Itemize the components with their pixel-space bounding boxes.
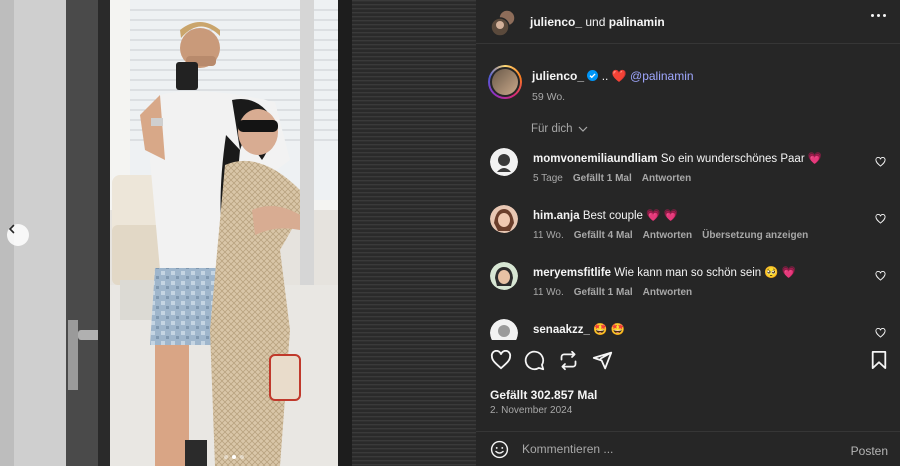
- comment-username[interactable]: senaakzz_: [533, 324, 590, 336]
- carousel-dot: [224, 455, 228, 459]
- comment-username[interactable]: meryemsfitlife: [533, 267, 611, 279]
- collab-avatar-pair: [490, 8, 516, 37]
- reply-button[interactable]: Antworten: [642, 173, 691, 184]
- comment-avatar[interactable]: [490, 262, 518, 290]
- carousel-dot-active: [232, 455, 236, 459]
- comment-username[interactable]: him.anja: [533, 210, 580, 222]
- chevron-left-icon: [8, 224, 15, 234]
- author-conjunction: und: [585, 14, 606, 29]
- avatar: [492, 69, 518, 95]
- comment-like-button[interactable]: [875, 211, 886, 229]
- post-details-panel: julienco_ und palinamin julienco_ .. ❤️ …: [476, 0, 900, 466]
- coauthor-link[interactable]: palinamin: [609, 15, 665, 29]
- comment-text: senaakzz_ 🤩 🤩: [533, 322, 625, 336]
- avatar: [490, 319, 518, 340]
- caption-avatar[interactable]: [488, 65, 522, 99]
- caption-mention[interactable]: @palinamin: [630, 69, 694, 83]
- author-link[interactable]: julienco_: [530, 15, 582, 29]
- comment-body: Best couple: [582, 210, 643, 222]
- carousel-dot: [240, 455, 244, 459]
- comment-avatar[interactable]: [490, 319, 518, 340]
- comment-like-button[interactable]: [875, 325, 886, 340]
- likes-count[interactable]: Gefällt 302.857 Mal: [490, 388, 597, 402]
- comment-icon: [524, 350, 545, 371]
- comment-input[interactable]: [522, 438, 822, 460]
- comment-button[interactable]: [524, 350, 545, 376]
- comment-likes[interactable]: Gefällt 1 Mal: [574, 287, 633, 298]
- carousel-indicator: [224, 455, 244, 459]
- repost-icon: [560, 350, 577, 371]
- send-icon: [592, 351, 613, 370]
- comment-meta: 5 Tage Gefällt 1 Mal Antworten: [533, 173, 691, 184]
- heart-outline-icon: [875, 214, 886, 224]
- comment-item: senaakzz_ 🤩 🤩: [490, 319, 890, 340]
- previous-image-button[interactable]: [7, 224, 29, 246]
- heart-icon: [490, 349, 512, 370]
- post-authors: julienco_ und palinamin: [530, 15, 665, 29]
- verified-badge-icon: [587, 70, 599, 81]
- comment-body: So ein wunderschönes Paar: [660, 153, 805, 165]
- translate-button[interactable]: Übersetzung anzeigen: [702, 230, 808, 241]
- reply-button[interactable]: Antworten: [643, 287, 692, 298]
- comment-time[interactable]: 11 Wo.: [533, 230, 564, 241]
- more-icon: [871, 14, 874, 17]
- emoji-icon: [490, 440, 509, 459]
- post-media[interactable]: [0, 0, 476, 466]
- comment-text: him.anja Best couple 💗 💗: [533, 208, 678, 222]
- more-options-button[interactable]: [871, 14, 886, 17]
- caption-time[interactable]: 59 Wo.: [532, 91, 565, 103]
- post-date: 2. November 2024: [490, 405, 573, 416]
- sort-label: Für dich: [531, 123, 573, 135]
- post-comment-button[interactable]: Posten: [851, 444, 888, 458]
- caption-text: julienco_ .. ❤️ @palinamin: [532, 69, 694, 83]
- post-photo: [0, 0, 476, 466]
- share-button[interactable]: [592, 350, 613, 376]
- comment-emoji: 🥺 💗: [764, 267, 797, 279]
- post-actions: Gefällt 302.857 Mal 2. November 2024: [476, 340, 900, 428]
- comment-avatar[interactable]: [490, 205, 518, 233]
- comment-likes[interactable]: Gefällt 4 Mal: [574, 230, 633, 241]
- avatar: [490, 205, 518, 233]
- collab-avatars[interactable]: [490, 8, 516, 37]
- more-icon-dot: [877, 14, 880, 17]
- emoji-button[interactable]: [490, 440, 509, 464]
- reply-button[interactable]: Antworten: [643, 230, 692, 241]
- more-icon-dot: [883, 14, 886, 17]
- comment-item: him.anja Best couple 💗 💗 11 Wo. Gefällt …: [490, 205, 890, 251]
- save-button[interactable]: [870, 350, 888, 375]
- comment-text: meryemsfitlife Wie kann man so schön sei…: [533, 265, 796, 279]
- comment-meta: 11 Wo. Gefällt 1 Mal Antworten: [533, 287, 692, 298]
- comment-sort-dropdown[interactable]: Für dich: [531, 123, 588, 135]
- heart-outline-icon: [875, 328, 886, 338]
- comment-avatar[interactable]: [490, 148, 518, 176]
- comment-body: Wie kann man so schön sein: [614, 267, 762, 279]
- comment-text: momvonemiliaundliam So ein wunderschönes…: [533, 151, 822, 165]
- comment-likes[interactable]: Gefällt 1 Mal: [573, 173, 632, 184]
- chevron-down-icon: [578, 126, 587, 132]
- comment-like-button[interactable]: [875, 268, 886, 286]
- post-header: julienco_ und palinamin: [476, 0, 900, 44]
- caption-username[interactable]: julienco_: [532, 69, 584, 83]
- comment-meta: 11 Wo. Gefällt 4 Mal Antworten Übersetzu…: [533, 230, 808, 241]
- comment-time[interactable]: 5 Tage: [533, 173, 563, 184]
- comment-item: meryemsfitlife Wie kann man so schön sei…: [490, 262, 890, 308]
- caption-emoji: ❤️: [611, 69, 627, 83]
- comment-emoji: 💗: [807, 153, 823, 165]
- comment-username[interactable]: momvonemiliaundliam: [533, 153, 658, 165]
- comment-emoji: 💗 💗: [646, 210, 679, 222]
- comment-emoji: 🤩 🤩: [593, 324, 625, 336]
- comment-item: momvonemiliaundliam So ein wunderschönes…: [490, 148, 890, 194]
- avatar: [490, 148, 518, 176]
- comments-list[interactable]: julienco_ .. ❤️ @palinamin 59 Wo. Für di…: [476, 45, 900, 340]
- bookmark-icon: [871, 351, 887, 369]
- comment-time[interactable]: 11 Wo.: [533, 287, 564, 298]
- heart-outline-icon: [875, 157, 886, 167]
- avatar: [490, 262, 518, 290]
- heart-outline-icon: [875, 271, 886, 281]
- comment-like-button[interactable]: [875, 154, 886, 172]
- repost-button[interactable]: [558, 350, 579, 376]
- caption-dots: ..: [601, 69, 609, 83]
- like-button[interactable]: [490, 349, 512, 375]
- comment-composer: Posten: [476, 431, 900, 466]
